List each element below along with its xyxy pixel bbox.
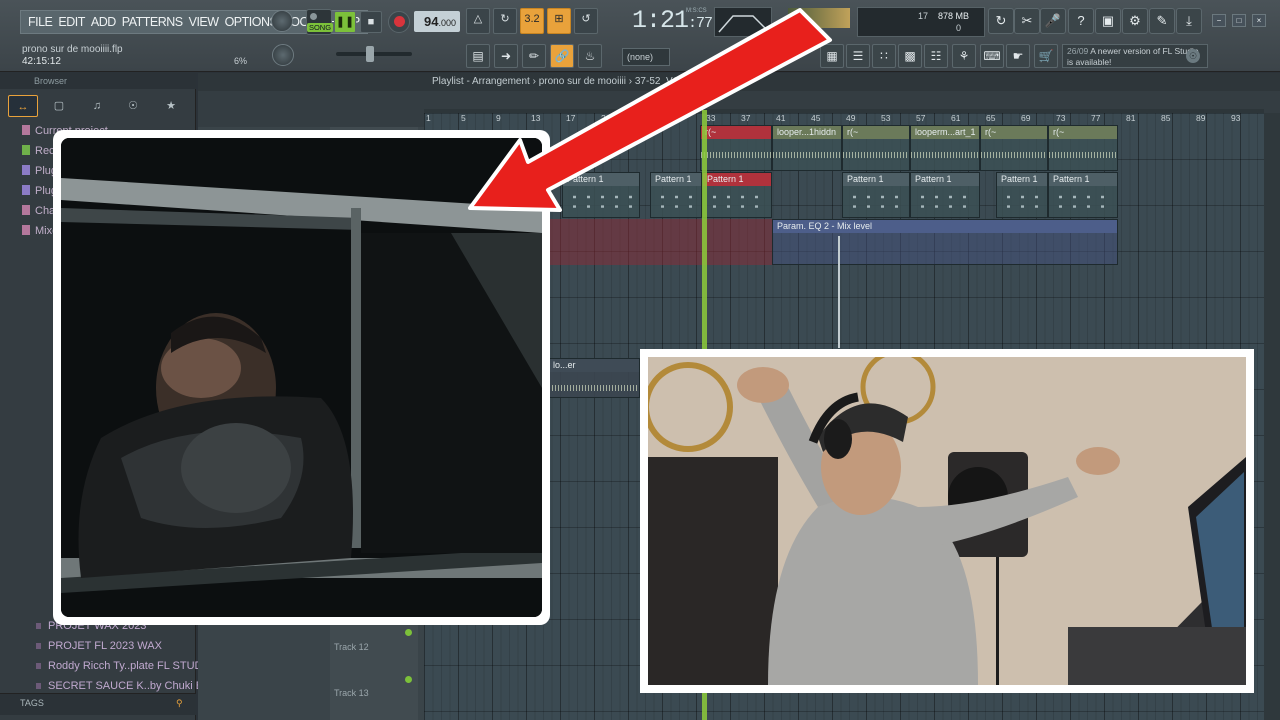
fl-studio-window: FILE EDIT ADD PATTERNS VIEW OPTIONS TOOL… bbox=[0, 0, 1280, 720]
arrow-icon bbox=[468, 8, 832, 212]
